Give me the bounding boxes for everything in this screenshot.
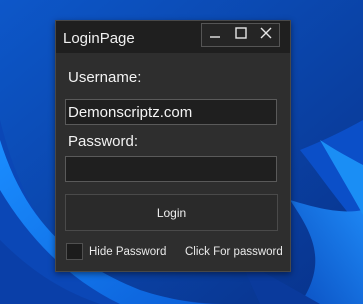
username-input[interactable] xyxy=(65,99,277,125)
hide-password-label[interactable]: Hide Password xyxy=(89,246,166,258)
click-for-password-link[interactable]: Click For password xyxy=(185,246,283,258)
username-label: Username: xyxy=(68,69,142,86)
minimize-button[interactable] xyxy=(202,24,228,46)
window-title: LoginPage xyxy=(63,30,135,47)
hide-password-checkbox[interactable] xyxy=(66,243,83,260)
maximize-button[interactable] xyxy=(228,24,254,46)
window-controls xyxy=(201,23,280,47)
login-button[interactable]: Login xyxy=(65,194,278,231)
password-label: Password: xyxy=(68,133,139,150)
password-input[interactable] xyxy=(65,156,277,182)
login-button-label: Login xyxy=(156,205,187,220)
title-bar[interactable]: LoginPage xyxy=(56,21,290,53)
close-icon xyxy=(260,26,272,44)
close-button[interactable] xyxy=(253,24,279,46)
login-window: LoginPage Username: Password: Login xyxy=(55,20,291,272)
maximize-icon xyxy=(234,26,247,44)
minimize-icon xyxy=(209,26,221,44)
